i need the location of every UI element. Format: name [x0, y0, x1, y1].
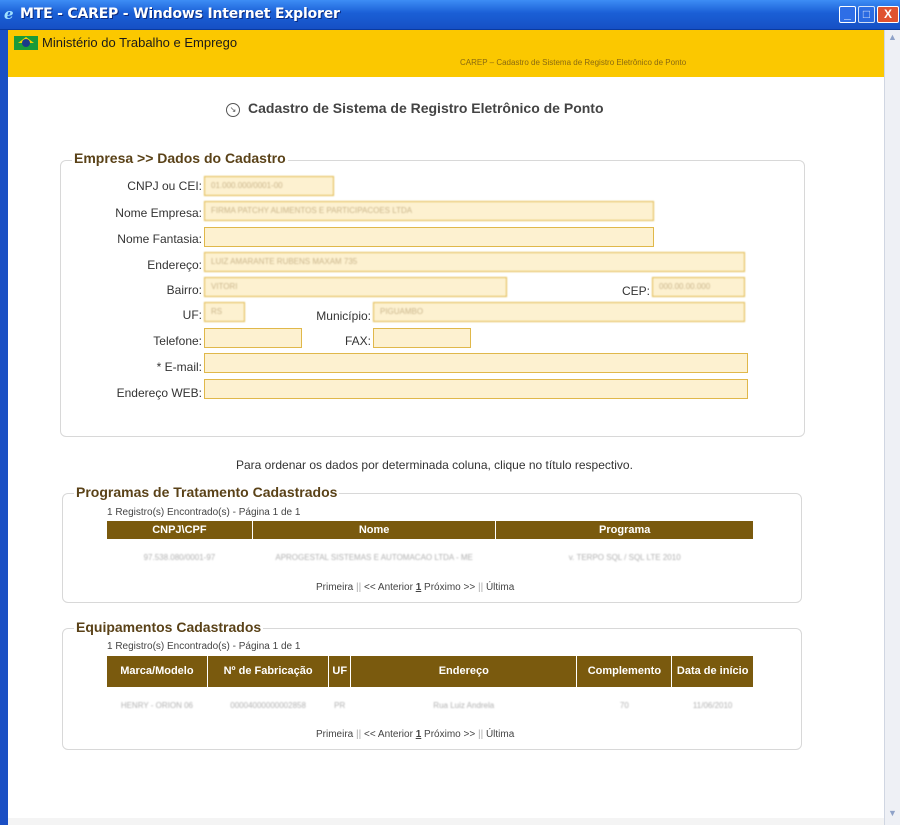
table-row: HENRY - ORION 06 00004000000002858 PR Ru… [107, 688, 754, 724]
nome-empresa-field[interactable]: FIRMA PATCHY ALIMENTOS E PARTICIPACOES L… [204, 201, 654, 221]
table-cell: 00004000000002858 [230, 701, 306, 711]
pager-separator: || [477, 729, 484, 740]
pager-next-link[interactable]: Próximo >> [424, 582, 475, 593]
table-cell: 97.538.080/0001-97 [143, 553, 216, 563]
minimize-button[interactable]: _ [839, 6, 856, 23]
vertical-scrollbar[interactable]: ▲ ▼ [884, 30, 900, 825]
arrow-circle-icon: ↘ [226, 103, 240, 117]
ie-icon: e [4, 5, 14, 23]
pager-separator: || [356, 582, 362, 593]
table-cell: HENRY - ORION 06 [120, 701, 193, 711]
window-left-border [0, 30, 8, 825]
programas-table: CNPJ\CPF Nome Programa 97.538.080/0001-9… [106, 520, 754, 576]
telefone-field[interactable] [204, 328, 302, 348]
column-header-uf[interactable]: UF [328, 655, 352, 688]
pager-prev-link[interactable]: << Anterior [364, 582, 413, 593]
table-header-row: CNPJ\CPF Nome Programa [106, 520, 754, 540]
pager-first-link[interactable]: Primeira [316, 729, 353, 740]
ministry-name: Ministério do Trabalho e Emprego [42, 35, 238, 50]
uf-label: UF: [182, 308, 202, 322]
equipamentos-legend: Equipamentos Cadastrados [74, 619, 264, 635]
pager-separator: || [477, 582, 484, 593]
programas-pager: Primeira || << Anterior 1 Próximo >> || … [316, 582, 514, 593]
sort-hint: Para ordenar os dados por determinada co… [236, 458, 633, 472]
empresa-legend: Empresa >> Dados do Cadastro [72, 150, 288, 166]
maximize-button[interactable]: □ [858, 6, 875, 23]
table-cell: APROGESTAL SISTEMAS E AUTOMACAO LTDA - M… [275, 553, 473, 563]
column-header-nome[interactable]: Nome [251, 520, 497, 540]
endereco-web-field[interactable] [204, 379, 748, 399]
pager-last-link[interactable]: Última [486, 729, 514, 740]
pager-current-page[interactable]: 1 [416, 582, 422, 593]
column-header-complemento[interactable]: Complemento [576, 655, 673, 688]
endereco-label: Endereço: [147, 258, 202, 272]
pager-prev-link[interactable]: << Anterior [364, 729, 413, 740]
nome-fantasia-label: Nome Fantasia: [117, 232, 202, 246]
cnpj-label: CNPJ ou CEI: [127, 179, 202, 193]
scroll-down-icon[interactable]: ▼ [886, 808, 899, 822]
equipamentos-pager: Primeira || << Anterior 1 Próximo >> || … [316, 729, 514, 740]
cep-label: CEP: [621, 284, 650, 298]
column-header-programa[interactable]: Programa [495, 520, 754, 540]
endereco-field[interactable]: LUIZ AMARANTE RUBENS MAXAM 735 [204, 252, 745, 272]
scroll-up-icon[interactable]: ▲ [886, 32, 899, 46]
column-header-marca-modelo[interactable]: Marca/Modelo [106, 655, 208, 688]
programas-legend: Programas de Tratamento Cadastrados [74, 484, 340, 500]
column-header-data-inicio[interactable]: Data de início [671, 655, 754, 688]
nome-empresa-label: Nome Empresa: [115, 206, 202, 220]
window-title-bar[interactable]: e MTE - CAREP - Windows Internet Explore… [0, 0, 900, 30]
email-label: * E-mail: [156, 360, 202, 374]
endereco-web-label: Endereço WEB: [116, 386, 202, 400]
page-title: Cadastro de Sistema de Registro Eletrôni… [248, 100, 604, 116]
telefone-label: Telefone: [153, 334, 202, 348]
uf-field[interactable]: RS [204, 302, 245, 322]
table-cell: Rua Luiz Andrela [433, 701, 495, 711]
window-title: MTE - CAREP - Windows Internet Explorer [20, 6, 340, 22]
fax-field[interactable] [373, 328, 471, 348]
column-header-cnpj[interactable]: CNPJ\CPF [106, 520, 253, 540]
municipio-field[interactable]: PIGUAMBO [373, 302, 745, 322]
header-subtitle: CAREP – Cadastro de Sistema de Registro … [460, 58, 687, 67]
equipamentos-table: Marca/Modelo Nº de Fabricação UF Endereç… [106, 655, 754, 724]
pager-next-link[interactable]: Próximo >> [424, 729, 475, 740]
cnpj-field[interactable]: 01.000.000/0001-00 [204, 176, 334, 196]
bairro-label: Bairro: [166, 283, 202, 297]
pager-separator: || [356, 729, 362, 740]
column-header-endereco[interactable]: Endereço [350, 655, 578, 688]
pager-first-link[interactable]: Primeira [316, 582, 353, 593]
table-cell: 70 [619, 701, 629, 711]
pager-last-link[interactable]: Última [486, 582, 514, 593]
brazil-flag-icon [14, 36, 38, 50]
close-button[interactable]: X [877, 6, 899, 23]
programas-record-count: 1 Registro(s) Encontrado(s) - Página 1 d… [107, 507, 301, 518]
table-header-row: Marca/Modelo Nº de Fabricação UF Endereç… [106, 655, 754, 688]
site-header: Ministério do Trabalho e Emprego CAREP –… [8, 30, 884, 77]
bairro-field[interactable]: VITORI [204, 277, 507, 297]
nome-fantasia-field[interactable] [204, 227, 654, 247]
table-cell: 11/06/2010 [692, 701, 733, 711]
fax-label: FAX: [344, 334, 371, 348]
email-field[interactable] [204, 353, 748, 373]
pager-current-page[interactable]: 1 [416, 729, 422, 740]
cep-field[interactable]: 000.00.00.000 [652, 277, 745, 297]
municipio-label: Município: [316, 309, 371, 323]
table-cell: PR [334, 701, 346, 711]
table-cell: v. TERPO SQL / SQL LTE 2010 [568, 553, 681, 563]
column-header-n-fabricacao[interactable]: Nº de Fabricação [206, 655, 330, 688]
table-row: 97.538.080/0001-97 APROGESTAL SISTEMAS E… [107, 540, 754, 576]
equipamentos-record-count: 1 Registro(s) Encontrado(s) - Página 1 d… [107, 641, 301, 652]
status-strip [8, 818, 884, 825]
